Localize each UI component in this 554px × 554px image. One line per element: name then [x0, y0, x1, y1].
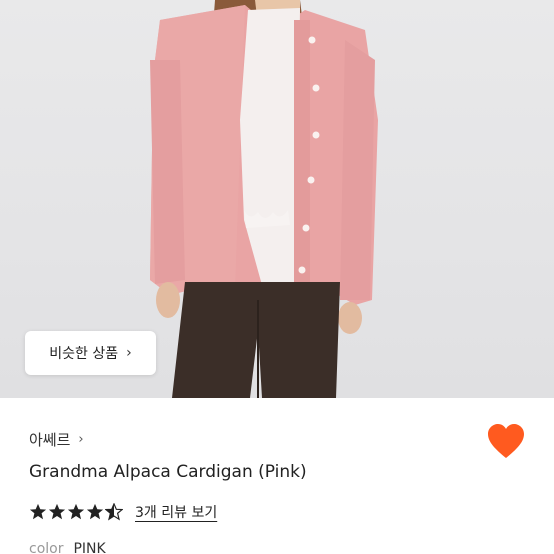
star-icon [29, 503, 47, 520]
product-image[interactable]: 비슷한 상품 › [0, 0, 554, 398]
brand-name: 아쎄르 [29, 430, 71, 449]
color-spec: color PINK [29, 541, 106, 554]
star-rating [29, 503, 123, 521]
spec-value: PINK [73, 541, 106, 554]
product-title: Grandma Alpaca Cardigan (Pink) [29, 462, 307, 482]
spec-label: color [29, 541, 64, 554]
star-half-icon [105, 503, 123, 521]
star-icon [86, 503, 104, 520]
similar-products-button[interactable]: 비슷한 상품 › [25, 331, 156, 375]
view-reviews-link[interactable]: 3개 리뷰 보기 [135, 502, 217, 522]
brand-link[interactable]: 아쎄르 › [29, 428, 84, 450]
chevron-right-icon: › [126, 345, 132, 361]
chevron-right-icon: › [78, 431, 84, 447]
rating-row: 3개 리뷰 보기 [29, 500, 217, 524]
star-icon [48, 503, 66, 520]
star-icon [67, 503, 85, 520]
similar-products-label: 비슷한 상품 [49, 346, 119, 362]
heart-icon[interactable] [487, 424, 525, 460]
